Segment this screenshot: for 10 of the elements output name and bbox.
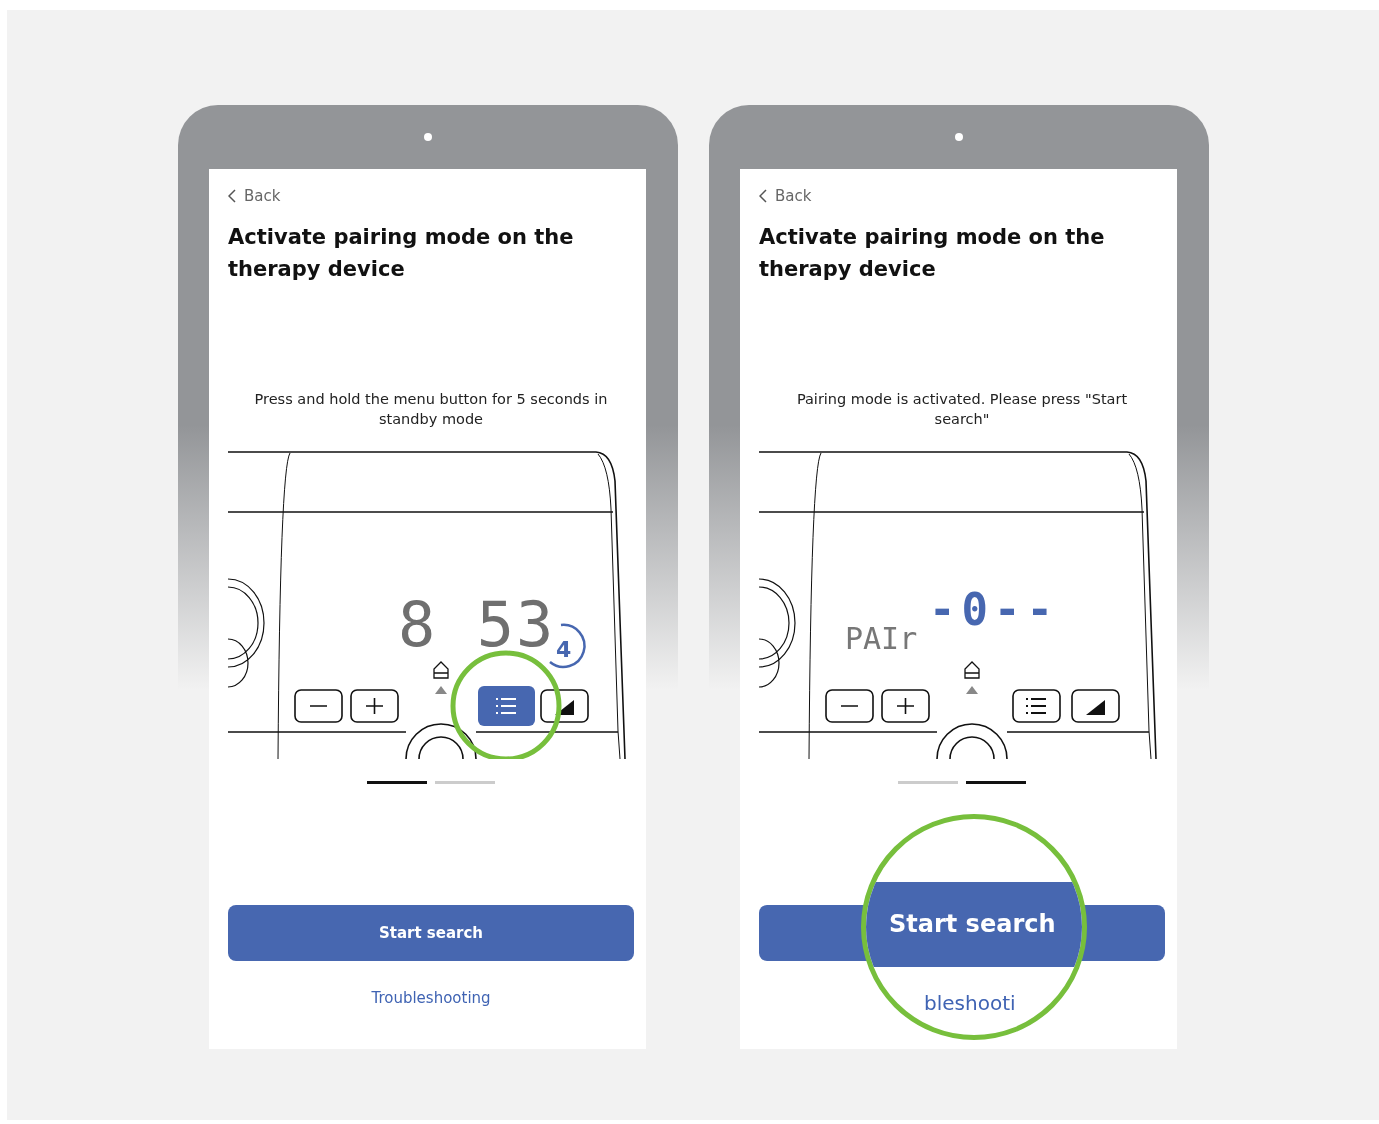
screen-title: Activate pairing mode on the therapy device	[228, 224, 575, 283]
display-code: -0--	[929, 584, 1059, 635]
display-label: PAIr	[845, 621, 918, 656]
display-digits: 8 53	[398, 588, 556, 661]
instruction-text: Pairing mode is activated. Please press "Start search"	[795, 390, 1129, 429]
screen-title: Activate pairing mode on the therapy device	[759, 224, 1106, 283]
countdown-number: 4	[556, 637, 572, 662]
instruction-text: Press and hold the menu button for 5 seconds in standby mode	[253, 390, 609, 429]
back-label: Back	[775, 187, 812, 205]
back-label: Back	[244, 187, 281, 205]
